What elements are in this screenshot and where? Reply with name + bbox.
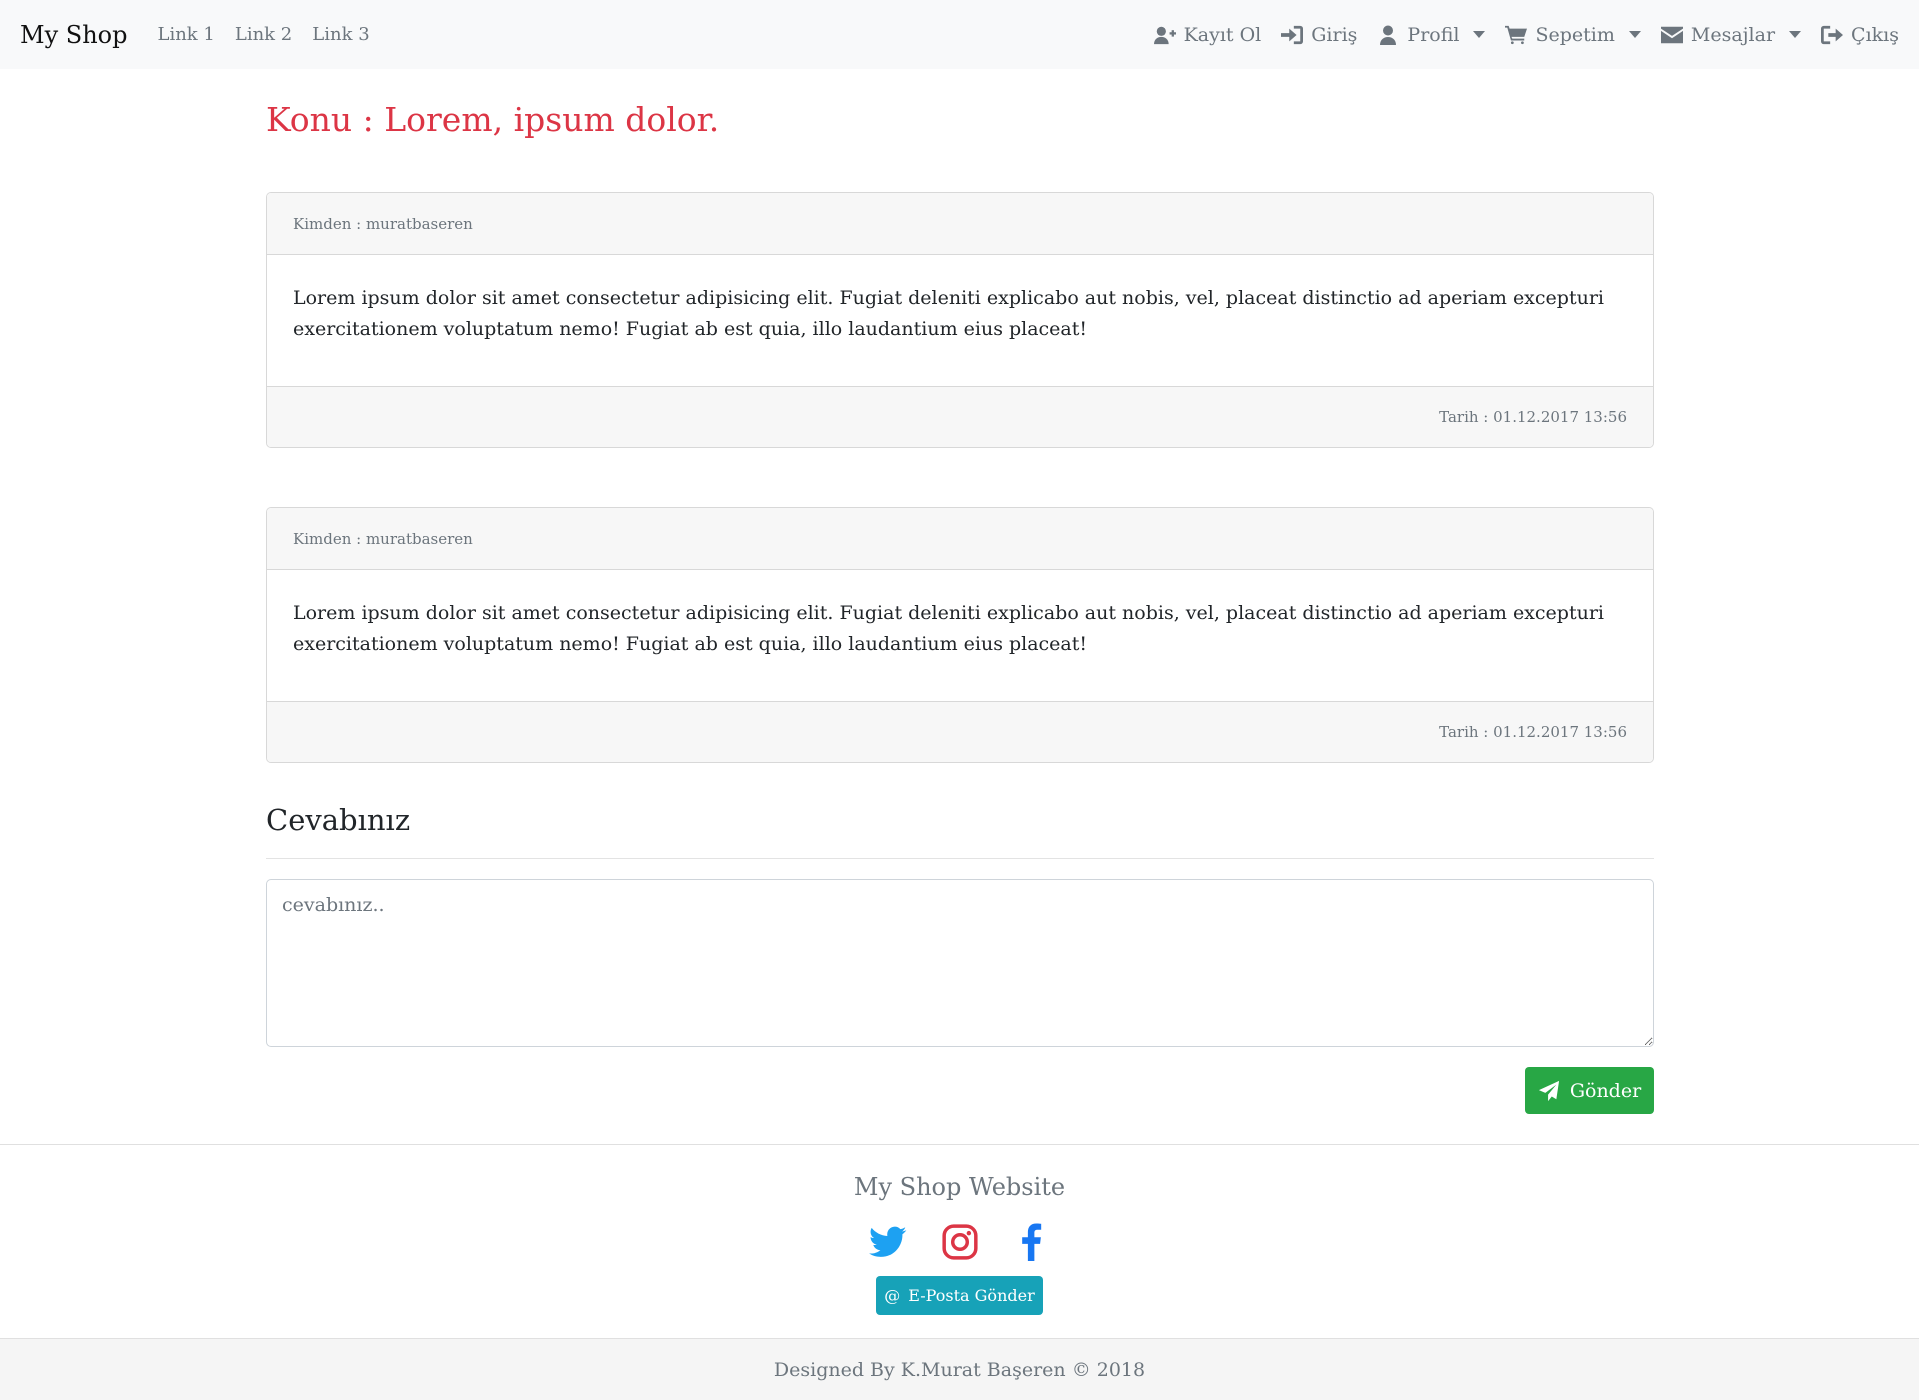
message-sender: Kimden : muratbaseren [267,508,1653,570]
register-link[interactable]: Kayıt Ol [1153,23,1262,46]
twitter-icon[interactable] [868,1223,907,1261]
message-card: Kimden : muratbaseren Lorem ipsum dolor … [266,507,1654,763]
at-sign-icon: @ [884,1286,901,1305]
user-plus-icon [1153,26,1176,44]
send-button-label: Gönder [1569,1079,1642,1102]
reply-textarea[interactable] [266,879,1654,1047]
nav-link-2[interactable]: Link 2 [235,24,292,45]
send-email-label: E-Posta Gönder [908,1286,1035,1305]
message-subject-title: Konu : Lorem, ipsum dolor. [266,100,720,139]
profile-label: Profil [1407,23,1460,46]
profile-dropdown[interactable]: Profil [1377,23,1486,46]
brand-logo[interactable]: My Shop [20,21,127,49]
user-icon [1380,25,1397,45]
footer-title: My Shop Website [853,1173,1066,1201]
divider [266,858,1654,859]
reply-heading: Cevabınız [266,803,411,837]
send-button[interactable]: Gönder [1525,1067,1654,1114]
message-date: Tarih : 01.12.2017 13:56 [267,701,1653,762]
copyright-bar: Designed By K.Murat Başeren © 2018 [0,1338,1919,1400]
message-body: Lorem ipsum dolor sit amet consectetur a… [293,602,1604,655]
messages-dropdown[interactable]: Mesajlar [1660,23,1802,46]
facebook-icon[interactable] [1013,1223,1051,1261]
messages-label: Mesajlar [1690,23,1776,46]
nav-link-3[interactable]: Link 3 [312,24,369,45]
chevron-down-icon [1628,31,1641,38]
logout-link[interactable]: Çıkış [1821,24,1899,46]
logout-label: Çıkış [1851,23,1899,46]
cart-label: Sepetim [1535,23,1615,46]
send-email-button[interactable]: @ E-Posta Gönder [876,1276,1043,1315]
login-link[interactable]: Giriş [1281,24,1357,46]
page-footer: My Shop Website @ E-Posta Gönder Designe… [0,1144,1919,1400]
social-links [0,1223,1919,1261]
message-date: Tarih : 01.12.2017 13:56 [267,386,1653,447]
instagram-icon[interactable] [941,1223,979,1261]
sign-out-icon [1821,25,1844,44]
cart-dropdown[interactable]: Sepetim [1505,23,1641,46]
paper-plane-icon [1538,1080,1559,1101]
top-navbar: My Shop Link 1 Link 2 Link 3 Kayıt Ol Gi… [0,0,1919,69]
register-label: Kayıt Ol [1183,23,1262,46]
shopping-cart-icon [1505,25,1528,44]
message-sender: Kimden : muratbaseren [267,193,1653,255]
sign-in-icon [1281,25,1304,44]
chevron-down-icon [1473,31,1486,38]
message-card: Kimden : muratbaseren Lorem ipsum dolor … [266,192,1654,448]
nav-right-menu: Kayıt Ol Giriş Profil Sepetim Mesajlar Ç… [1153,23,1899,46]
message-body: Lorem ipsum dolor sit amet consectetur a… [293,287,1604,340]
chevron-down-icon [1789,31,1802,38]
nav-link-1[interactable]: Link 1 [157,24,214,45]
nav-links: Link 1 Link 2 Link 3 [157,24,369,45]
envelope-icon [1660,26,1683,43]
login-label: Giriş [1311,23,1358,46]
